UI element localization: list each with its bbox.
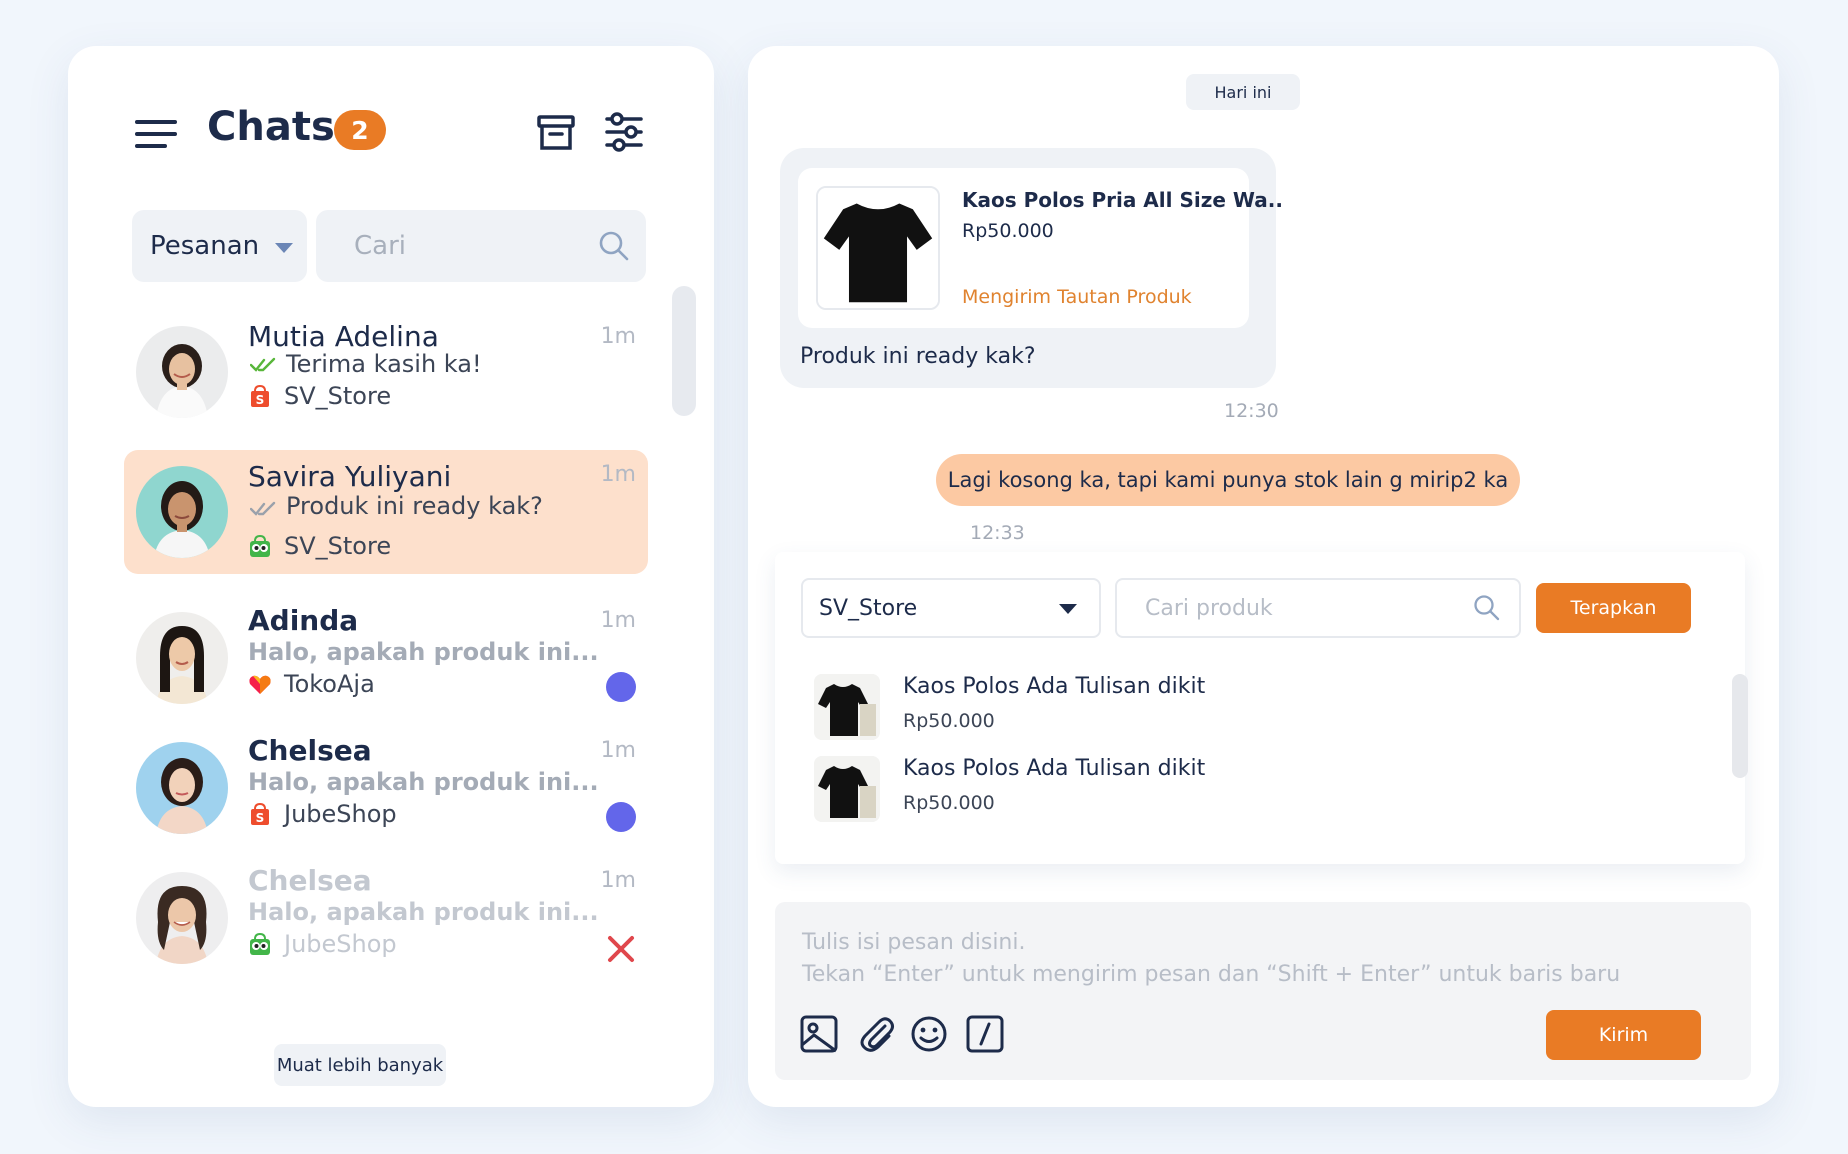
chat-type-selected: Pesanan <box>150 231 260 261</box>
composer-placeholder-line2: Tekan “Enter” untuk mengirim pesan dan “… <box>802 962 1621 987</box>
svg-text:S: S <box>256 393 265 407</box>
composer-placeholder-line1: Tulis isi pesan disini. <box>802 930 1026 955</box>
chat-search-placeholder: Cari <box>354 231 406 261</box>
double-check-sent-icon <box>250 501 276 516</box>
chat-preview: Halo, apakah produk ini... <box>248 898 599 926</box>
product-option-price: Rp50.000 <box>903 792 995 814</box>
chat-contact-name: Chelsea <box>248 734 372 767</box>
outgoing-message-text: Lagi kosong ka, tapi kami punya stok lai… <box>947 468 1509 492</box>
incoming-message-text: Produk ini ready kak? <box>800 344 1036 369</box>
load-more-button[interactable]: Muat lebih banyak <box>274 1044 446 1086</box>
chat-type-dropdown[interactable]: Pesanan <box>132 210 307 282</box>
chat-preview: Halo, apakah produk ini... <box>248 638 599 666</box>
product-name: Kaos Polos Pria All Size Wa.. <box>962 188 1283 212</box>
product-price: Rp50.000 <box>962 220 1054 242</box>
lazada-heart-icon <box>249 675 271 694</box>
emoji-icon[interactable] <box>909 1014 949 1054</box>
chat-search-input[interactable]: Cari <box>316 210 646 282</box>
avatar <box>136 612 228 704</box>
chat-item-mutia-adelina[interactable]: Mutia Adelina 1m Terima kasih ka! S SV_S… <box>124 312 648 432</box>
store-dropdown[interactable]: SV_Store <box>801 578 1101 638</box>
tokopedia-owl-icon <box>250 932 270 955</box>
product-search-input[interactable]: Cari produk <box>1115 578 1521 638</box>
send-button[interactable]: Kirim <box>1546 1010 1701 1060</box>
unread-count-badge: 2 <box>334 110 386 150</box>
chat-time: 1m <box>600 738 636 763</box>
incoming-message-time: 12:30 <box>1224 400 1279 422</box>
chat-preview: Terima kasih ka! <box>286 350 482 378</box>
unread-indicator <box>606 672 636 702</box>
product-picker: SV_Store Cari produk Terapkan Kaos Polos… <box>775 552 1748 864</box>
svg-text:S: S <box>256 811 265 825</box>
chat-time: 1m <box>600 868 636 893</box>
chat-item-savira-yuliyani[interactable]: Savira Yuliyani 1m Produk ini ready kak?… <box>124 450 648 574</box>
incoming-message-bubble: Kaos Polos Pria All Size Wa.. Rp50.000 M… <box>780 148 1283 388</box>
avatar <box>136 742 228 834</box>
archive-icon[interactable] <box>536 112 576 152</box>
chat-store-name: JubeShop <box>284 800 397 828</box>
shopee-bag-icon: S <box>251 802 269 825</box>
double-check-read-icon <box>250 357 276 372</box>
product-thumbnail <box>814 756 880 822</box>
attachment-icon[interactable] <box>857 1014 897 1054</box>
chat-time: 1m <box>600 324 636 349</box>
chat-contact-name: Mutia Adelina <box>248 320 439 353</box>
product-option-price: Rp50.000 <box>903 710 995 732</box>
avatar <box>136 466 228 558</box>
failed-close-icon <box>608 936 634 962</box>
search-icon[interactable] <box>598 230 630 262</box>
filter-settings-icon[interactable] <box>604 112 644 152</box>
product-option-name: Kaos Polos Ada Tulisan dikit <box>903 756 1206 781</box>
chat-item-chelsea-failed[interactable]: Chelsea 1m Halo, apakah produk ini... Ju… <box>124 852 648 976</box>
product-search-placeholder: Cari produk <box>1145 595 1273 621</box>
product-picker-scrollbar[interactable] <box>1732 674 1748 778</box>
chat-preview: Halo, apakah produk ini... <box>248 768 599 796</box>
page-title: Chats <box>207 104 335 150</box>
menu-icon[interactable] <box>135 118 179 152</box>
date-separator: Hari ini <box>1186 74 1300 110</box>
chat-store-name: SV_Store <box>284 532 392 560</box>
chat-contact-name: Chelsea <box>248 864 372 897</box>
message-composer[interactable]: Tulis isi pesan disini. Tekan “Enter” un… <box>775 902 1751 1080</box>
store-selected: SV_Store <box>819 595 918 621</box>
outgoing-message-bubble: Lagi kosong ka, tapi kami punya stok lai… <box>936 454 1520 506</box>
chat-contact-name: Savira Yuliyani <box>248 460 452 493</box>
chat-list-scrollbar[interactable] <box>672 286 696 416</box>
slash-command-icon[interactable] <box>965 1014 1005 1054</box>
chat-list-panel: Chats 2 Pesanan Cari Mutia Adelina 1m Te… <box>68 46 714 1107</box>
chat-store-name: TokoAja <box>284 670 375 698</box>
chat-preview: Produk ini ready kak? <box>286 492 543 520</box>
avatar <box>136 872 228 964</box>
chat-item-adinda[interactable]: Adinda 1m Halo, apakah produk ini... Tok… <box>124 592 648 716</box>
chat-time: 1m <box>600 462 636 487</box>
product-thumbnail <box>814 674 880 740</box>
image-icon[interactable] <box>799 1014 839 1054</box>
product-option-name: Kaos Polos Ada Tulisan dikit <box>903 674 1206 699</box>
search-icon[interactable] <box>1473 594 1501 622</box>
shopee-bag-icon: S <box>251 384 269 407</box>
chat-store-name: SV_Store <box>284 382 392 410</box>
chat-store-name: JubeShop <box>284 930 397 958</box>
product-image <box>816 186 940 310</box>
apply-button[interactable]: Terapkan <box>1536 583 1691 633</box>
conversation-panel: Hari ini Kaos Polos Pria All Size Wa.. R… <box>748 46 1779 1107</box>
chat-item-chelsea[interactable]: Chelsea 1m Halo, apakah produk ini... S … <box>124 722 648 846</box>
outgoing-message-time: 12:33 <box>970 522 1025 544</box>
avatar <box>136 326 228 418</box>
caret-down-icon <box>1059 604 1077 614</box>
tokopedia-owl-icon <box>250 534 270 557</box>
product-link-label[interactable]: Mengirim Tautan Produk <box>962 286 1192 308</box>
caret-down-icon <box>275 243 293 253</box>
unread-indicator <box>606 802 636 832</box>
product-link-card[interactable]: Kaos Polos Pria All Size Wa.. Rp50.000 M… <box>798 168 1283 328</box>
chat-time: 1m <box>600 608 636 633</box>
chat-contact-name: Adinda <box>248 604 359 637</box>
